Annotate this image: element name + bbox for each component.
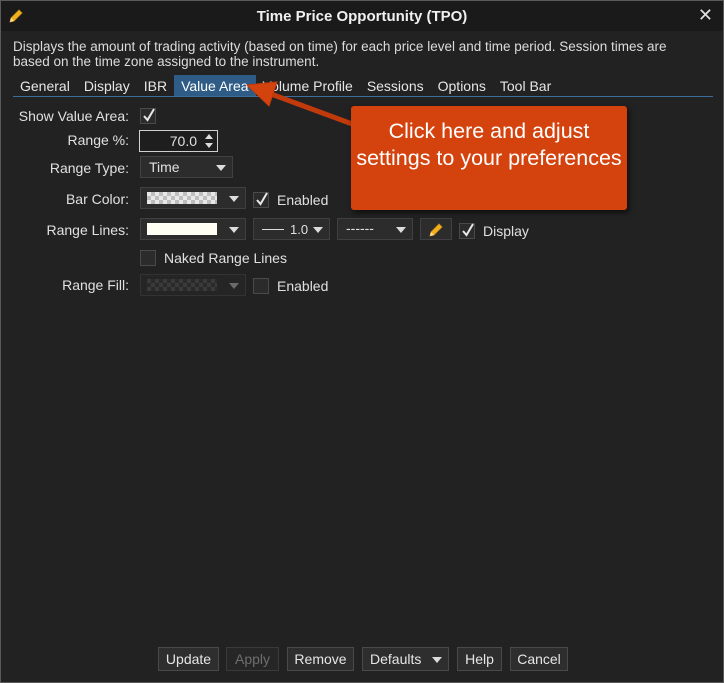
apply-button[interactable]: Apply: [226, 647, 279, 671]
tab-general[interactable]: General: [13, 75, 77, 97]
bar-color-enabled-label: Enabled: [277, 192, 329, 208]
remove-button[interactable]: Remove: [287, 647, 354, 671]
checkmark-icon: [256, 192, 268, 206]
defaults-button[interactable]: Defaults: [362, 647, 449, 671]
transparent-swatch: [147, 192, 217, 204]
help-button[interactable]: Help: [457, 647, 502, 671]
color-swatch: [147, 223, 217, 235]
chevron-down-icon: [313, 227, 323, 233]
tab-tool-bar[interactable]: Tool Bar: [493, 75, 558, 97]
tpo-dialog: Time Price Opportunity (TPO) ✕ Displays …: [0, 0, 724, 683]
spinner-arrows-icon[interactable]: [204, 133, 214, 152]
range-lines-style-value: ------: [346, 220, 374, 236]
show-value-area-checkbox[interactable]: [140, 108, 156, 124]
range-lines-display-checkbox[interactable]: [459, 223, 475, 239]
range-lines-style-select[interactable]: ------: [337, 218, 413, 240]
range-type-label: Range Type:: [49, 160, 129, 176]
range-pct-stepper[interactable]: 70.0: [139, 130, 218, 152]
range-lines-width-select[interactable]: 1.0: [253, 218, 330, 240]
naked-range-lines-checkbox[interactable]: [140, 250, 156, 266]
show-value-area-label: Show Value Area:: [18, 108, 129, 124]
chevron-down-icon: [216, 165, 226, 171]
instruction-callout: Click here and adjust settings to your p…: [351, 106, 627, 210]
update-button[interactable]: Update: [158, 647, 219, 671]
bar-color-picker[interactable]: [140, 187, 246, 209]
chevron-down-icon: [229, 227, 239, 233]
checkmark-icon: [143, 108, 155, 122]
range-fill-enabled-checkbox[interactable]: [253, 278, 269, 294]
range-lines-label: Range Lines:: [46, 222, 129, 238]
title-bar[interactable]: Time Price Opportunity (TPO) ✕: [1, 1, 723, 31]
transparent-swatch: [147, 279, 217, 291]
range-lines-display-label: Display: [483, 223, 529, 239]
cancel-button[interactable]: Cancel: [510, 647, 568, 671]
range-fill-color-picker[interactable]: [140, 274, 246, 296]
naked-range-lines-label: Naked Range Lines: [164, 250, 287, 266]
range-type-select[interactable]: Time: [140, 156, 233, 178]
line-sample-icon: [262, 229, 284, 230]
range-pct-value: 70.0: [169, 133, 197, 149]
tab-display[interactable]: Display: [77, 75, 137, 97]
chevron-down-icon: [396, 227, 406, 233]
tab-options[interactable]: Options: [431, 75, 493, 97]
range-fill-label: Range Fill:: [62, 277, 129, 293]
chevron-down-icon: [229, 196, 239, 202]
annotation-arrow-icon: [245, 81, 364, 131]
range-fill-enabled-label: Enabled: [277, 278, 329, 294]
edit-lines-button[interactable]: [420, 218, 452, 240]
close-icon[interactable]: ✕: [698, 5, 713, 26]
range-lines-width-value: 1.0: [290, 222, 309, 237]
checkmark-icon: [462, 223, 474, 237]
pencil-icon: [428, 221, 445, 241]
bar-color-enabled-checkbox[interactable]: [253, 192, 269, 208]
range-pct-label: Range %:: [67, 132, 129, 148]
range-type-value: Time: [149, 159, 180, 175]
window-title: Time Price Opportunity (TPO): [256, 8, 468, 25]
bar-color-label: Bar Color:: [65, 191, 129, 207]
range-lines-color-picker[interactable]: [140, 218, 246, 240]
chevron-down-icon: [432, 657, 442, 663]
defaults-label: Defaults: [370, 651, 422, 667]
tab-ibr[interactable]: IBR: [137, 75, 174, 97]
chevron-down-icon: [229, 283, 239, 289]
description-text: Displays the amount of trading activity …: [13, 39, 667, 69]
